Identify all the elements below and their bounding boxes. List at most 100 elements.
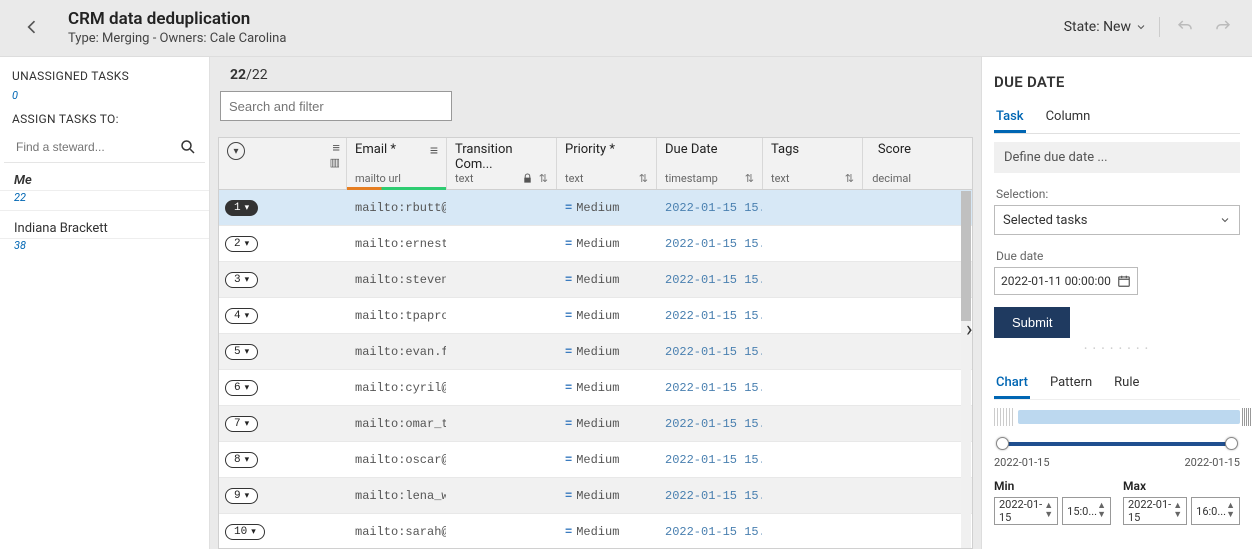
duedate-input[interactable]: 2022-01-11 00:00:00: [994, 267, 1138, 295]
row-badge[interactable]: 5 ▾: [225, 344, 258, 360]
cell-email: mailto:steven...: [347, 273, 447, 287]
row-badge[interactable]: 3 ▾: [225, 272, 258, 288]
search-icon[interactable]: [179, 138, 197, 156]
date-range-slider[interactable]: [996, 434, 1238, 454]
th-transition[interactable]: Transition Com... text ⇅: [447, 138, 557, 189]
chevron-down-icon: [1219, 214, 1231, 226]
search-filter-input[interactable]: [220, 91, 452, 121]
column-color-icon[interactable]: ▥: [330, 157, 340, 168]
th-menu-icon[interactable]: ≡: [430, 142, 438, 159]
cell-duedate: 2022-01-15 15...: [657, 345, 763, 359]
row-badge[interactable]: 8 ▾: [225, 452, 258, 468]
collapse-panel-toggle[interactable]: ›: [966, 317, 973, 342]
tab-chart[interactable]: Chart: [994, 369, 1030, 399]
selection-dropdown[interactable]: Selected tasks: [994, 205, 1240, 235]
column-quality-bar: [347, 187, 446, 190]
cell-priority: = Medium: [557, 309, 657, 323]
panel-title: DUE DATE: [994, 73, 1240, 91]
slider-track: [1002, 442, 1232, 446]
table-row[interactable]: 4 ▾ mailto:tpapro... = Medium2022-01-15 15…: [219, 298, 972, 334]
cell-priority: = Medium: [557, 345, 657, 359]
row-badge[interactable]: 2 ▾: [225, 236, 258, 252]
state-dropdown[interactable]: State: New: [1064, 19, 1147, 35]
table-row[interactable]: 2 ▾mailto:ernest...= Medium2022-01-15 15…: [219, 226, 972, 262]
cell-email: mailto:evan.f...: [347, 345, 447, 359]
cell-duedate: 2022-01-15 15...: [657, 453, 763, 467]
chevron-down-icon: [1135, 21, 1147, 33]
cell-email: mailto:tpapro...: [347, 309, 447, 323]
steward-search-input[interactable]: [12, 136, 179, 158]
tab-rule[interactable]: Rule: [1112, 369, 1141, 399]
row-badge[interactable]: 4 ▾: [225, 308, 258, 324]
table-row[interactable]: 9 ▾mailto:lena_w...= Medium2022-01-15 15…: [219, 478, 972, 514]
table-row[interactable]: 1 ▾mailto:rbutt@...= Medium2022-01-15 15…: [219, 190, 972, 226]
row-badge[interactable]: 10 ▾: [225, 524, 265, 540]
min-label: Min: [994, 479, 1111, 493]
column-menu-icon[interactable]: ≡: [332, 142, 340, 155]
tab-task[interactable]: Task: [994, 103, 1026, 133]
max-date-input[interactable]: 2022-01-15▲▼: [1123, 497, 1187, 525]
cell-duedate: 2022-01-15 15...: [657, 237, 763, 251]
slider-handle-min[interactable]: [996, 437, 1009, 450]
cell-email: mailto:sarah@...: [347, 525, 447, 539]
table-row[interactable]: 7 ▾mailto:omar_t...= Medium2022-01-15 15…: [219, 406, 972, 442]
min-time-input[interactable]: 15:0...▲▼: [1062, 497, 1111, 525]
table-row[interactable]: 8 ▾mailto:oscar@...= Medium2022-01-15 15…: [219, 442, 972, 478]
row-badge[interactable]: 6 ▾: [225, 380, 258, 396]
state-label: State: New: [1064, 19, 1131, 35]
page-title: CRM data deduplication: [68, 9, 1064, 29]
sort-icon[interactable]: ⇅: [539, 172, 548, 185]
table-row[interactable]: 3 ▾mailto:steven...= Medium2022-01-15 15…: [219, 262, 972, 298]
center-panel: 22/22 ▾ ≡ ▥ Email *≡ mailto url Tr: [210, 57, 982, 549]
submit-button[interactable]: Submit: [994, 307, 1070, 338]
cell-duedate: 2022-01-15 15...: [657, 273, 763, 287]
sort-icon[interactable]: ⇅: [745, 172, 754, 185]
stepper-icon[interactable]: ▲▼: [1097, 502, 1106, 520]
cell-email: mailto:rbutt@...: [347, 201, 447, 215]
stepper-icon[interactable]: ▲▼: [1044, 502, 1053, 520]
back-button[interactable]: [16, 11, 48, 43]
cell-email: mailto:omar_t...: [347, 417, 447, 431]
table-row[interactable]: 6 ▾mailto:cyril@...= Medium2022-01-15 15…: [219, 370, 972, 406]
cell-duedate: 2022-01-15 15...: [657, 201, 763, 215]
duedate-label: Due date: [996, 249, 1238, 263]
th-tags[interactable]: Tags text⇅: [763, 138, 863, 189]
row-badge[interactable]: 7 ▾: [225, 416, 258, 432]
max-time-input[interactable]: 16:0...▲▼: [1191, 497, 1240, 525]
result-count: 22/22: [220, 65, 971, 91]
sort-icon[interactable]: ⇅: [639, 172, 648, 185]
cell-priority: = Medium: [557, 489, 657, 503]
cell-duedate: 2022-01-15 15...: [657, 309, 763, 323]
th-priority[interactable]: Priority * text⇅: [557, 138, 657, 189]
panel-hint: Define due date ...: [994, 142, 1240, 173]
th-score[interactable]: Score decimal: [863, 138, 919, 189]
stepper-icon[interactable]: ▲▼: [1173, 502, 1182, 520]
sort-icon[interactable]: ⇅: [845, 172, 854, 185]
tab-column[interactable]: Column: [1044, 103, 1093, 133]
app-header: CRM data deduplication Type: Merging - O…: [0, 0, 1252, 57]
assignee-other[interactable]: Indiana Brackett: [0, 211, 209, 239]
table-row[interactable]: 10 ▾mailto:sarah@...= Medium2022-01-15 1…: [219, 514, 972, 549]
slider-min-label: 2022-01-15: [994, 456, 1050, 469]
assignee-me[interactable]: Me: [0, 163, 209, 191]
resize-grip[interactable]: • • • • • • • •: [994, 344, 1240, 353]
scrollbar-thumb[interactable]: [961, 191, 971, 321]
row-badge[interactable]: 1 ▾: [225, 200, 258, 216]
tasks-table: ▾ ≡ ▥ Email *≡ mailto url Transition Com…: [218, 137, 973, 549]
tab-pattern[interactable]: Pattern: [1048, 369, 1094, 399]
table-row[interactable]: 5 ▾ mailto:evan.f... = Medium2022-01-15 15…: [219, 334, 972, 370]
stepper-icon[interactable]: ▲▼: [1226, 502, 1235, 520]
min-date-input[interactable]: 2022-01-15▲▼: [994, 497, 1058, 525]
slider-handle-max[interactable]: [1225, 437, 1238, 450]
redo-button[interactable]: [1210, 18, 1236, 36]
undo-button[interactable]: [1172, 18, 1198, 36]
th-duedate[interactable]: Due Date timestamp⇅: [657, 138, 763, 189]
row-badge[interactable]: 9 ▾: [225, 488, 258, 504]
expand-all-toggle[interactable]: ▾: [227, 142, 245, 160]
cell-priority: = Medium: [557, 381, 657, 395]
cell-duedate: 2022-01-15 15...: [657, 525, 763, 539]
th-email[interactable]: Email *≡ mailto url: [347, 138, 447, 189]
unassigned-count: 0: [0, 89, 209, 108]
page-subtitle: Type: Merging - Owners: Cale Carolina: [68, 31, 1064, 46]
cell-email: mailto:ernest...: [347, 237, 447, 251]
